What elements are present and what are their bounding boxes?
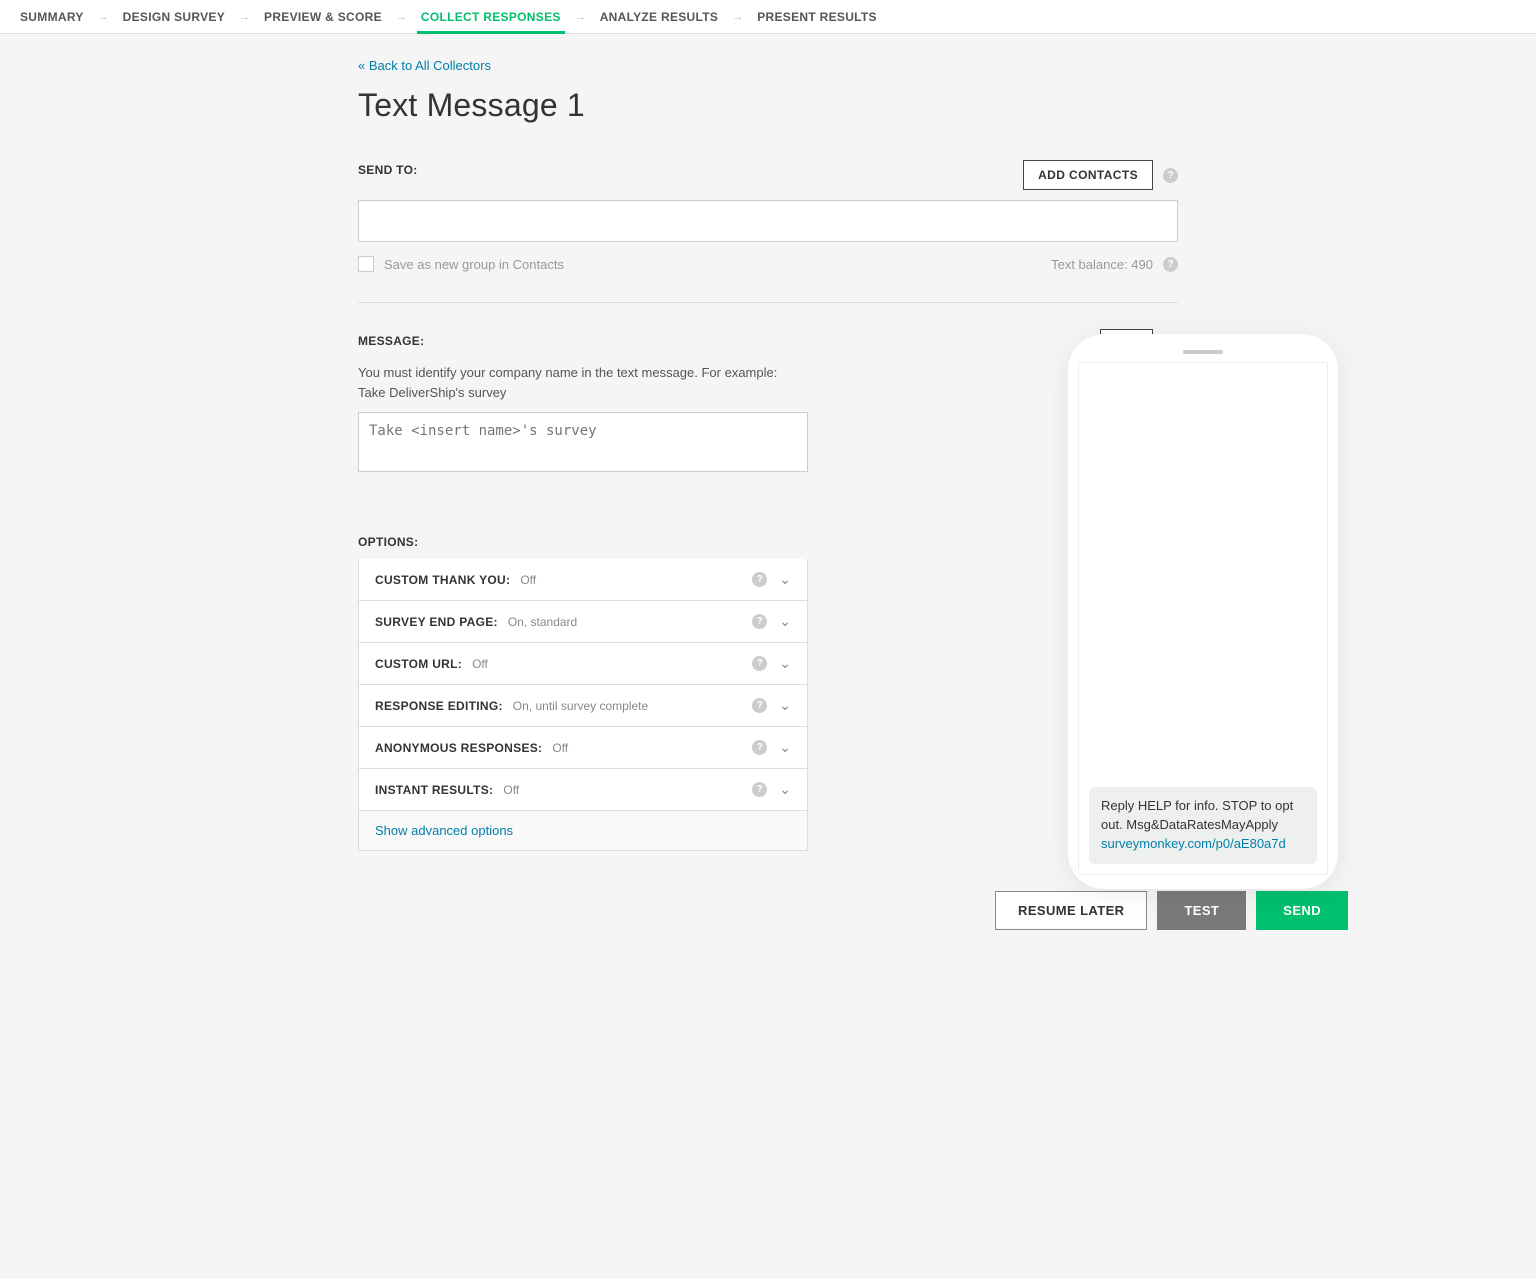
option-instant-results[interactable]: INSTANT RESULTS: Off ? ⌄ — [358, 769, 808, 811]
options-title: OPTIONS: — [358, 535, 808, 549]
option-label: ANONYMOUS RESPONSES: — [375, 741, 542, 755]
send-to-input[interactable] — [358, 200, 1178, 242]
send-to-label: SEND TO: — [358, 163, 418, 177]
nav-collect-responses[interactable]: COLLECT RESPONSES — [417, 0, 565, 34]
chevron-right-icon: → — [565, 11, 596, 23]
message-hint: You must identify your company name in t… — [358, 363, 808, 402]
nav-design-survey[interactable]: DESIGN SURVEY — [119, 0, 229, 34]
chevron-right-icon: → — [386, 11, 417, 23]
test-button[interactable]: TEST — [1157, 891, 1246, 930]
help-icon[interactable]: ? — [752, 614, 767, 629]
help-icon[interactable]: ? — [752, 656, 767, 671]
message-label: MESSAGE: — [358, 334, 424, 348]
nav-summary[interactable]: SUMMARY — [16, 0, 88, 34]
chevron-down-icon[interactable]: ⌄ — [779, 613, 791, 630]
option-label: SURVEY END PAGE: — [375, 615, 498, 629]
chevron-down-icon[interactable]: ⌄ — [779, 655, 791, 672]
nav-present-results[interactable]: PRESENT RESULTS — [753, 0, 881, 34]
message-textarea[interactable] — [358, 412, 808, 472]
option-value: On, standard — [508, 615, 577, 629]
option-label: CUSTOM THANK YOU: — [375, 573, 510, 587]
save-group-checkbox[interactable] — [358, 256, 374, 272]
add-contacts-button[interactable]: ADD CONTACTS — [1023, 160, 1153, 190]
chevron-right-icon: → — [722, 11, 753, 23]
option-response-editing[interactable]: RESPONSE EDITING: On, until survey compl… — [358, 685, 808, 727]
option-custom-thank-you[interactable]: CUSTOM THANK YOU: Off ? ⌄ — [358, 559, 808, 601]
sms-link: surveymonkey.com/p0/aE80a7d — [1101, 836, 1286, 851]
option-label: RESPONSE EDITING: — [375, 699, 503, 713]
chevron-right-icon: → — [229, 11, 260, 23]
resume-later-button[interactable]: RESUME LATER — [995, 891, 1147, 930]
advanced-options-row[interactable]: Show advanced options — [358, 811, 808, 851]
option-custom-url[interactable]: CUSTOM URL: Off ? ⌄ — [358, 643, 808, 685]
help-icon[interactable]: ? — [1163, 168, 1178, 183]
option-value: Off — [520, 573, 536, 587]
divider — [358, 302, 1178, 303]
save-group-label: Save as new group in Contacts — [384, 257, 564, 272]
chevron-down-icon[interactable]: ⌄ — [779, 697, 791, 714]
help-icon[interactable]: ? — [752, 740, 767, 755]
option-value: Off — [552, 741, 568, 755]
help-icon[interactable]: ? — [752, 698, 767, 713]
phone-speaker-icon — [1183, 350, 1223, 354]
sms-bubble: Reply HELP for info. STOP to opt out. Ms… — [1089, 787, 1317, 864]
help-icon[interactable]: ? — [752, 782, 767, 797]
phone-preview: Reply HELP for info. STOP to opt out. Ms… — [1068, 334, 1348, 889]
back-to-collectors-link[interactable]: « Back to All Collectors — [358, 58, 491, 73]
option-value: Off — [503, 783, 519, 797]
footer-actions: RESUME LATER TEST SEND — [188, 891, 1348, 930]
sms-text: Reply HELP for info. STOP to opt out. Ms… — [1101, 798, 1293, 832]
option-label: CUSTOM URL: — [375, 657, 462, 671]
option-anonymous-responses[interactable]: ANONYMOUS RESPONSES: Off ? ⌄ — [358, 727, 808, 769]
chevron-down-icon[interactable]: ⌄ — [779, 781, 791, 798]
option-label: INSTANT RESULTS: — [375, 783, 493, 797]
send-button[interactable]: SEND — [1256, 891, 1348, 930]
option-value: Off — [472, 657, 488, 671]
phone-screen: Reply HELP for info. STOP to opt out. Ms… — [1078, 362, 1328, 875]
option-survey-end-page[interactable]: SURVEY END PAGE: On, standard ? ⌄ — [358, 601, 808, 643]
show-advanced-link[interactable]: Show advanced options — [375, 823, 513, 838]
chevron-right-icon: → — [88, 11, 119, 23]
nav-preview-score[interactable]: PREVIEW & SCORE — [260, 0, 386, 34]
help-icon[interactable]: ? — [1163, 257, 1178, 272]
chevron-down-icon[interactable]: ⌄ — [779, 571, 791, 588]
chevron-down-icon[interactable]: ⌄ — [779, 739, 791, 756]
nav-analyze-results[interactable]: ANALYZE RESULTS — [596, 0, 723, 34]
phone-body: Reply HELP for info. STOP to opt out. Ms… — [1068, 334, 1338, 889]
top-nav: SUMMARY → DESIGN SURVEY → PREVIEW & SCOR… — [0, 0, 1536, 34]
option-value: On, until survey complete — [513, 699, 648, 713]
help-icon[interactable]: ? — [752, 572, 767, 587]
text-balance-label: Text balance: 490 — [1051, 257, 1153, 272]
page-title: Text Message 1 — [358, 87, 1178, 124]
